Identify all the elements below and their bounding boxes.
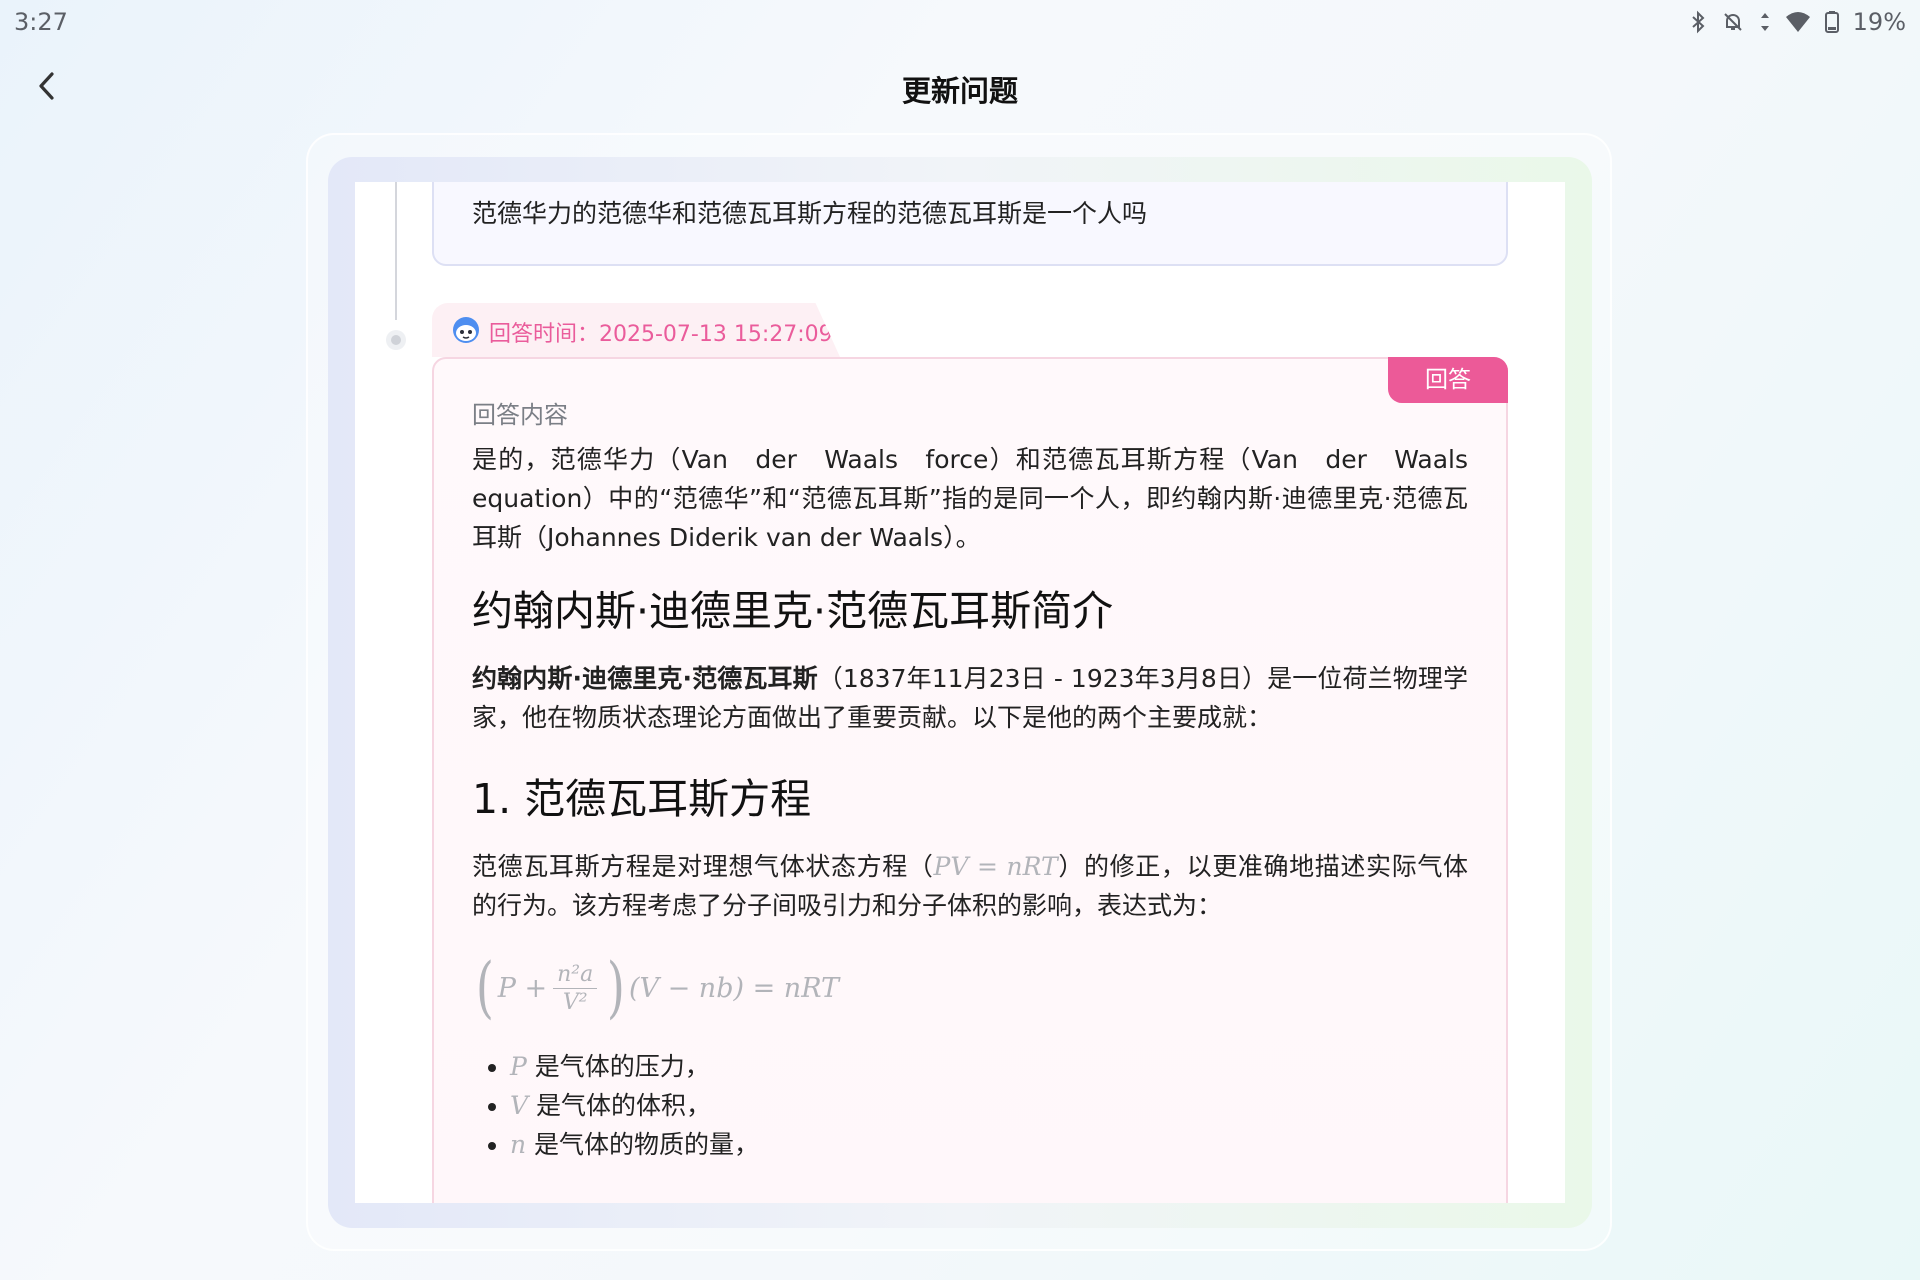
bio-name: 约翰内斯·迪德里克·范德瓦耳斯	[472, 664, 818, 693]
question-text: 范德华力的范德华和范德瓦耳斯方程的范德瓦耳斯是一个人吗	[472, 199, 1148, 228]
formula-fraction: n²a V²	[553, 962, 598, 1015]
var-symbol: V	[510, 1091, 529, 1120]
var-symbol: n	[510, 1130, 527, 1159]
answer-body: 回答内容 是的，范德华力（Van der Waals force）和范德瓦耳斯方…	[472, 395, 1468, 1164]
battery-level: 19%	[1852, 8, 1906, 36]
formula-rest: (V − nb) = nRT	[628, 972, 840, 1004]
formula-p: P +	[497, 972, 548, 1004]
list-item: V 是气体的体积，	[510, 1086, 1468, 1125]
var-desc: 是气体的压力，	[526, 1052, 710, 1081]
wifi-icon	[1785, 12, 1810, 32]
robot-avatar-icon	[453, 317, 479, 343]
bluetooth-icon	[1691, 10, 1705, 34]
formula-denominator: V²	[562, 989, 588, 1015]
question-card: 范德华力的范德华和范德瓦耳斯方程的范德瓦耳斯是一个人吗	[432, 182, 1508, 266]
answer-content-label: 回答内容	[472, 401, 568, 429]
section-heading-bio: 约翰内斯·迪德里克·范德瓦耳斯简介	[472, 587, 1114, 635]
bio-paragraph: 约翰内斯·迪德里克·范德瓦耳斯（1837年11月23日 - 1923年3月8日）…	[472, 659, 1468, 737]
page-title: 更新问题	[901, 74, 1018, 108]
battery-icon	[1824, 11, 1839, 33]
list-item: P 是气体的压力，	[510, 1047, 1468, 1086]
answer-card: 回答 回答内容 是的，范德华力（Van der Waals force）和范德瓦…	[432, 357, 1508, 1203]
var-desc: 是气体的物质的量，	[526, 1130, 760, 1159]
van-der-waals-formula: ( P + n²a V² ) (V − nb) = nRT	[475, 949, 840, 1026]
var-symbol: P	[510, 1052, 527, 1081]
data-arrows-icon	[1760, 13, 1769, 31]
answer-time-tab: 回答时间：2025-07-13 15:27:09	[432, 303, 840, 357]
timeline-line	[395, 182, 397, 320]
answer-intro: 是的，范德华力（Van der Waals force）和范德瓦耳斯方程（Van…	[472, 445, 1468, 552]
status-time: 3:27	[14, 8, 68, 36]
timeline-dot	[386, 330, 406, 350]
var-desc: 是气体的体积，	[528, 1091, 712, 1120]
formula-numerator: n²a	[553, 962, 598, 989]
answer-time: 回答时间：2025-07-13 15:27:09	[489, 322, 833, 347]
bell-off-icon	[1723, 13, 1742, 31]
list-item: n 是气体的物质的量，	[510, 1125, 1468, 1164]
equation-paragraph: 范德瓦耳斯方程是对理想气体状态方程（PV = nRT）的修正，以更准确地描述实际…	[472, 847, 1468, 925]
eq-text-before: 范德瓦耳斯方程是对理想气体状态方程（	[472, 852, 934, 881]
status-bar: 3:27 19%	[0, 0, 1920, 44]
inline-math: PV = nRT	[933, 852, 1058, 881]
status-icons: 19%	[1689, 8, 1906, 36]
content-scroll-area[interactable]: 范德华力的范德华和范德瓦耳斯方程的范德瓦耳斯是一个人吗 回答时间：2025-07…	[355, 182, 1565, 1203]
variable-list: P 是气体的压力， V 是气体的体积， n 是气体的物质的量，	[472, 1047, 1468, 1164]
section-heading-equation: 1. 范德瓦耳斯方程	[472, 775, 812, 823]
